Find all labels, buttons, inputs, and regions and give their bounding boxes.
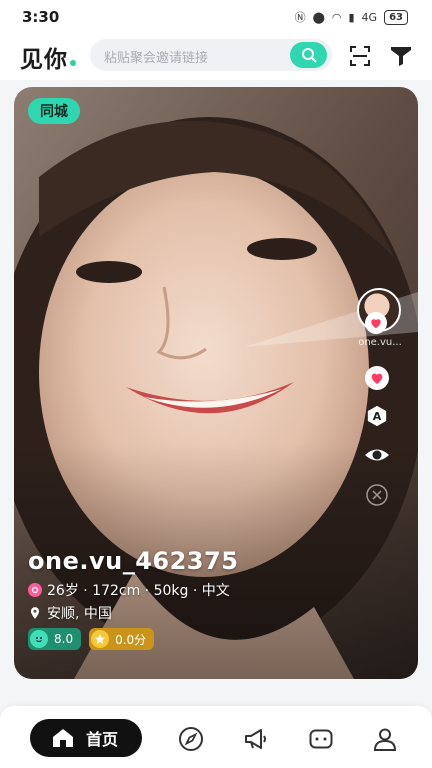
- basic-info: 26岁 · 172cm · 50kg · 中文: [47, 583, 230, 599]
- location-text: 安顺, 中国: [47, 606, 112, 622]
- svg-text:A: A: [373, 410, 382, 423]
- gold-score: 0.0分: [115, 632, 147, 647]
- same-city-tag: 同城: [28, 98, 80, 124]
- filter-icon[interactable]: [389, 44, 413, 68]
- gender-icon: [28, 583, 42, 597]
- close-icon[interactable]: [366, 484, 388, 506]
- profile-icon[interactable]: [372, 726, 398, 752]
- nickname: one.vu_462375: [28, 547, 239, 575]
- eye-icon[interactable]: [364, 444, 390, 466]
- app-logo: 见你: [20, 47, 68, 73]
- home-icon: [53, 729, 73, 747]
- heart-icon: [371, 319, 381, 329]
- search-button[interactable]: [290, 42, 327, 68]
- nav-home-label: 首页: [86, 730, 119, 749]
- green-score: 8.0: [54, 632, 74, 646]
- header: 见你 粘贴聚会邀请链接: [0, 34, 432, 80]
- star-icon: [91, 630, 110, 648]
- location-icon: ⬤: [312, 10, 325, 24]
- search-placeholder: 粘贴聚会邀请链接: [104, 51, 209, 66]
- translate-icon[interactable]: A: [366, 405, 388, 427]
- compass-icon[interactable]: [178, 726, 204, 752]
- search-icon: [301, 48, 316, 63]
- gold-score-badge: 0.0分: [89, 628, 155, 650]
- message-icon[interactable]: [308, 726, 334, 752]
- network-type: 4G: [361, 10, 378, 24]
- nav-home[interactable]: 首页: [30, 719, 142, 757]
- location-pin-icon: [30, 607, 40, 619]
- nfc-icon: Ⓝ: [294, 11, 306, 24]
- megaphone-icon[interactable]: [243, 726, 269, 752]
- avatar-like-button[interactable]: [365, 312, 387, 334]
- smile-icon: [30, 630, 48, 648]
- location-row: 安顺, 中国: [28, 603, 112, 623]
- side-nickname: one.vu...: [358, 337, 402, 348]
- status-icons: Ⓝ ⬤ ◠ ▮ 4G 63: [295, 9, 408, 25]
- search-input[interactable]: 粘贴聚会邀请链接: [90, 39, 332, 71]
- profile-card[interactable]: 同城 one.vu... A one.vu_462375 26岁 · 172cm…: [14, 87, 418, 679]
- status-bar: 3:30 Ⓝ ⬤ ◠ ▮ 4G 63: [0, 0, 432, 34]
- battery-icon: 63: [384, 9, 408, 25]
- status-time: 3:30: [22, 8, 60, 26]
- score-badges: 8.0 0.0分: [28, 628, 155, 650]
- bottom-nav: 首页: [0, 706, 432, 768]
- heart-icon: [371, 373, 383, 384]
- like-button[interactable]: [365, 366, 389, 390]
- basic-info-row: 26岁 · 172cm · 50kg · 中文: [28, 580, 230, 600]
- logo-dot: [70, 60, 76, 66]
- wifi-icon: ◠: [331, 10, 342, 24]
- signal-icon: ▮: [348, 10, 355, 24]
- scan-icon[interactable]: [348, 44, 372, 68]
- green-score-badge: 8.0: [28, 628, 82, 650]
